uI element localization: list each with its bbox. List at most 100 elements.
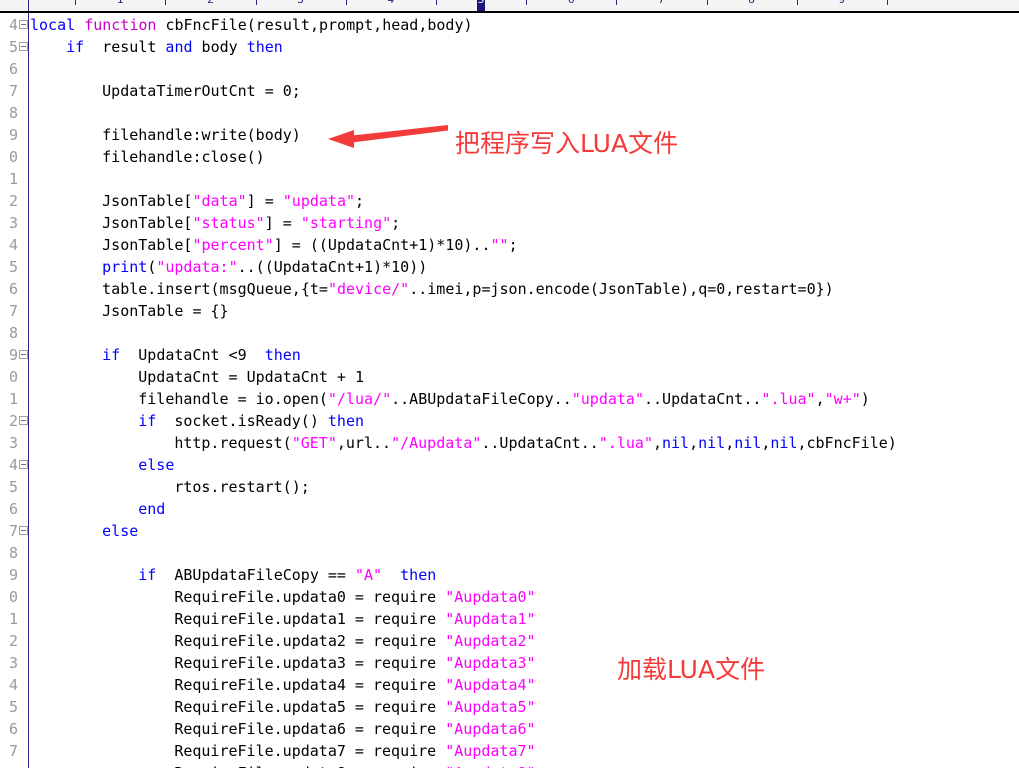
editor-area[interactable]: 4 5 6 7 8 9 0 1 2 3 4 5 6 7 8 9 0 1 2 3 4 5 6 7 8 9 0 1 2 3 4 5 6 7 local… <box>0 13 1019 768</box>
code-token: table.insert(msgQueue,{t= <box>102 280 328 298</box>
code-token: "Aupdata7" <box>445 742 536 760</box>
code-line[interactable]: JsonTable["status"] = "starting"; <box>102 212 400 234</box>
code-line[interactable]: end <box>138 498 165 520</box>
code-token: JsonTable = {} <box>102 302 229 320</box>
code-line[interactable]: filehandle:close() <box>102 146 265 168</box>
code-token: RequireFile.updata7 = require <box>174 742 446 760</box>
code-token: "Aupdata2" <box>445 632 536 650</box>
code-token: "w+" <box>824 390 861 408</box>
code-token: if <box>138 566 166 584</box>
code-token: ( <box>147 258 157 276</box>
ruler-tick <box>345 0 347 5</box>
code-line[interactable]: JsonTable["data"] = "updata"; <box>102 190 364 212</box>
ruler-number: 6 <box>568 0 575 5</box>
code-token: "/Aupdata" <box>391 434 482 452</box>
line-number: 1 <box>8 390 18 408</box>
ruler-tick <box>75 0 77 5</box>
line-number: 9 <box>8 566 18 584</box>
code-line[interactable]: RequireFile.updata0 = require "Aupdata0" <box>174 586 535 608</box>
code-token: filehandle:write(body) <box>102 126 301 144</box>
ruler-tick <box>255 0 257 5</box>
code-token: body <box>201 38 247 56</box>
code-line[interactable]: if UpdataCnt <9 then <box>102 344 301 366</box>
code-token: else <box>138 456 175 474</box>
line-number: 0 <box>8 368 18 386</box>
code-token: RequireFile.updata0 = require <box>174 588 446 606</box>
code-line[interactable]: if socket.isReady() then <box>138 410 364 432</box>
code-token: RequireFile.updata4 = require <box>174 676 446 694</box>
code-token: ..UpdataCnt.. <box>481 434 599 452</box>
code-line[interactable]: JsonTable["percent"] = ((UpdataCnt+1)*10… <box>102 234 517 256</box>
code-token: ".lua" <box>761 390 816 408</box>
code-line[interactable]: local function cbFncFile(result,prompt,h… <box>30 14 473 36</box>
code-line[interactable]: UpdataCnt = UpdataCnt + 1 <box>138 366 364 388</box>
code-line[interactable]: RequireFile.updata7 = require "Aupdata7" <box>174 740 535 762</box>
code-line[interactable]: RequireFile.updata1 = require "Aupdata1" <box>174 608 535 630</box>
annotation-load-lua-file: 加载LUA文件 <box>617 655 766 684</box>
code-line[interactable]: filehandle:write(body) <box>102 124 301 146</box>
line-number-gutter[interactable]: 4 5 6 7 8 9 0 1 2 3 4 5 6 7 8 9 0 1 2 3 4 5 6 7 8 9 0 1 2 3 4 5 6 7 <box>0 13 29 768</box>
code-line[interactable]: filehandle = io.open("/lua/"..ABUpdataFi… <box>138 388 870 410</box>
fold-toggle-icon[interactable] <box>19 460 28 469</box>
fold-toggle-icon[interactable] <box>19 416 28 425</box>
code-token: "Aupdata3" <box>445 654 536 672</box>
code-line[interactable]: rtos.restart(); <box>174 476 309 498</box>
code-token: local <box>30 16 85 34</box>
code-token: "percent" <box>192 236 274 254</box>
code-line[interactable]: http.request("GET",url.."/Aupdata"..Upda… <box>174 432 897 454</box>
fold-toggle-icon[interactable] <box>19 42 28 51</box>
code-token: "data" <box>192 192 247 210</box>
ruler-number: 3 <box>297 0 304 5</box>
fold-toggle-icon[interactable] <box>19 20 28 29</box>
code-token: ..ABUpdataFileCopy.. <box>391 390 572 408</box>
code-token: http.request( <box>174 434 292 452</box>
line-number: 8 <box>8 324 18 342</box>
code-token: "GET" <box>291 434 337 452</box>
line-number: 7 <box>8 302 18 320</box>
code-token: RequireFile.updata6 = require <box>174 720 446 738</box>
code-line[interactable]: RequireFile.updata8 = require "Aupdata8" <box>174 762 535 768</box>
line-number: 5 <box>8 698 18 716</box>
code-line[interactable]: print("updata:"..((UpdataCnt+1)*10)) <box>102 256 427 278</box>
code-line[interactable]: table.insert(msgQueue,{t="device/"..imei… <box>102 278 834 300</box>
code-line[interactable]: else <box>138 454 174 476</box>
code-line[interactable]: else <box>102 520 138 542</box>
fold-toggle-icon[interactable] <box>19 350 28 359</box>
code-token: then <box>246 38 283 56</box>
line-number: 2 <box>8 192 18 210</box>
code-line[interactable]: RequireFile.updata3 = require "Aupdata3" <box>174 652 535 674</box>
code-line[interactable]: if result and body then <box>66 36 283 58</box>
ruler-tick <box>886 0 888 5</box>
code-token: "/lua/" <box>327 390 392 408</box>
code-token: ; <box>391 214 401 232</box>
ruler-number: 7 <box>658 0 665 5</box>
fold-toggle-icon[interactable] <box>19 526 28 535</box>
code-line[interactable]: UpdataTimerOutCnt = 0; <box>102 80 301 102</box>
code-token: if <box>66 38 94 56</box>
code-line[interactable]: RequireFile.updata4 = require "Aupdata4" <box>174 674 535 696</box>
ruler-tick <box>796 0 798 5</box>
ruler-tick <box>616 0 618 5</box>
code-token: ; <box>508 236 518 254</box>
ruler-gutter-spacer <box>0 0 29 11</box>
code-line[interactable]: RequireFile.updata2 = require "Aupdata2" <box>174 630 535 652</box>
code-token: RequireFile.updata8 = require <box>174 764 445 768</box>
code-token: ABUpdataFileCopy == <box>165 566 355 584</box>
ruler-tick <box>526 0 528 5</box>
line-number: 9 <box>8 346 18 364</box>
ruler-number: 8 <box>748 0 755 5</box>
code-token: rtos.restart(); <box>174 478 310 496</box>
code-token: JsonTable[ <box>102 214 193 232</box>
line-number: 5 <box>8 258 18 276</box>
code-token: then <box>327 412 365 430</box>
code-line[interactable]: RequireFile.updata6 = require "Aupdata6" <box>174 718 535 740</box>
code-line[interactable]: RequireFile.updata5 = require "Aupdata5" <box>174 696 535 718</box>
code-token: "A" <box>354 566 383 584</box>
line-number: 6 <box>8 500 18 518</box>
code-token: else <box>102 522 139 540</box>
code-line[interactable]: JsonTable = {} <box>102 300 228 322</box>
code-token: nil <box>770 434 798 452</box>
code-token: ..imei,p=json.encode(JsonTable),q=0,rest… <box>409 280 834 298</box>
code-line[interactable]: if ABUpdataFileCopy == "A" then <box>138 564 436 586</box>
